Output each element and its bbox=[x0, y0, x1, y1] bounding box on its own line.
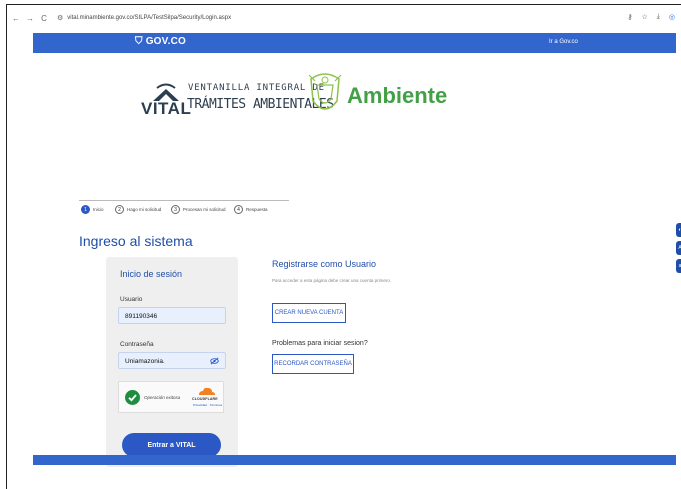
star-icon[interactable]: ☆ bbox=[642, 13, 648, 21]
cloudflare-captcha[interactable]: Operación exitosa CLOUDFLARE Privacidad … bbox=[118, 381, 224, 413]
download-icon[interactable]: ⤓ bbox=[657, 13, 660, 21]
username-label: Usuario bbox=[120, 296, 143, 303]
password-value: Uniamazonia. bbox=[125, 358, 165, 365]
gov-header-bar: ⛉ GOV.CO Ir a Gov.co bbox=[33, 33, 676, 53]
step-hago-solicitud[interactable]: 2 Hago mi solicitud bbox=[115, 205, 161, 214]
step-number: 3 bbox=[171, 205, 180, 214]
vital-tagline-top: VENTANILLA INTEGRAL DE bbox=[188, 83, 325, 93]
step-procesan-solicitud[interactable]: 3 Procesan mi solicitud bbox=[171, 205, 226, 214]
login-card: Inicio de sesión Usuario 891190346 Contr… bbox=[106, 257, 238, 467]
gov-logo[interactable]: ⛉ GOV.CO bbox=[135, 36, 186, 47]
password-field[interactable]: Uniamazonia. bbox=[118, 352, 226, 369]
check-icon bbox=[125, 390, 140, 405]
step-respuesta[interactable]: 4 Respuesta bbox=[234, 205, 268, 214]
register-title: Registrarse como Usuario bbox=[272, 259, 377, 269]
step-inicio[interactable]: 1 Inicio bbox=[81, 205, 104, 214]
gov-shield-icon: ⛉ bbox=[135, 36, 143, 47]
create-account-button[interactable]: CREAR NUEVA CUENTA bbox=[272, 303, 346, 323]
vital-logo: VENTANILLA INTEGRAL DE VITAL TRÁMITES AM… bbox=[141, 83, 334, 123]
accessibility-widget-font-up[interactable]: A bbox=[676, 241, 681, 255]
captcha-status: Operación exitosa bbox=[144, 395, 181, 400]
footer-bar bbox=[33, 455, 676, 465]
help-title: Problemas para iniciar sesion? bbox=[272, 340, 368, 347]
progress-stepper: 1 Inicio 2 Hago mi solicitud 3 Procesan … bbox=[79, 200, 289, 214]
address-bar[interactable]: ⚙ vital.minambiente.gov.co/SILPA/TestSil… bbox=[57, 14, 231, 22]
step-label: Procesan mi solicitud bbox=[183, 207, 226, 212]
reload-button[interactable]: C bbox=[39, 14, 49, 23]
recover-password-button[interactable]: RECORDAR CONTRASEÑA bbox=[272, 354, 354, 374]
url-text[interactable]: vital.minambiente.gov.co/SILPA/TestSilpa… bbox=[67, 15, 231, 21]
cloudflare-brand: CLOUDFLARE bbox=[192, 397, 218, 401]
step-number: 4 bbox=[234, 205, 243, 214]
step-label: Inicio bbox=[93, 207, 104, 212]
step-number: 2 bbox=[115, 205, 124, 214]
site-info-icon[interactable]: ⚙ bbox=[57, 14, 63, 22]
gov-link[interactable]: Ir a Gov.co bbox=[549, 39, 578, 45]
key-icon[interactable]: ⚷ bbox=[627, 13, 632, 21]
ambiente-logo: Ambiente bbox=[307, 71, 447, 121]
eye-slash-icon[interactable] bbox=[210, 357, 219, 365]
accessibility-widget-font-down[interactable]: a bbox=[676, 259, 681, 273]
enter-vital-button[interactable]: Entrar a VITAL bbox=[122, 433, 221, 457]
cloudflare-links[interactable]: Privacidad · Términos bbox=[193, 403, 222, 407]
forward-button[interactable]: → bbox=[25, 14, 35, 23]
password-label: Contraseña bbox=[120, 341, 154, 348]
step-label: Hago mi solicitud bbox=[127, 207, 162, 212]
username-field[interactable]: 891190346 bbox=[118, 307, 226, 324]
extension-icon[interactable]: ◎ bbox=[669, 13, 675, 21]
login-title: Inicio de sesión bbox=[120, 269, 183, 279]
vital-word: VITAL bbox=[141, 99, 192, 118]
step-label: Respuesta bbox=[246, 207, 268, 212]
ambiente-word: Ambiente bbox=[347, 83, 448, 108]
page-title: Ingreso al sistema bbox=[79, 233, 193, 249]
browser-toolbar: ← → C ⚙ vital.minambiente.gov.co/SILPA/T… bbox=[7, 5, 681, 31]
colombia-crest-icon bbox=[308, 73, 342, 110]
register-description: Para acceder a esta página debe crear un… bbox=[272, 278, 392, 283]
step-number: 1 bbox=[81, 205, 90, 214]
username-value: 891190346 bbox=[125, 313, 158, 320]
browser-window: ← → C ⚙ vital.minambiente.gov.co/SILPA/T… bbox=[6, 4, 681, 489]
cloudflare-cloud-icon bbox=[199, 387, 215, 395]
back-button[interactable]: ← bbox=[11, 14, 21, 23]
browser-actions: ⚷ ☆ ⤓ ◎ bbox=[627, 13, 675, 21]
accessibility-widget-contrast[interactable]: ◐ bbox=[676, 223, 681, 237]
